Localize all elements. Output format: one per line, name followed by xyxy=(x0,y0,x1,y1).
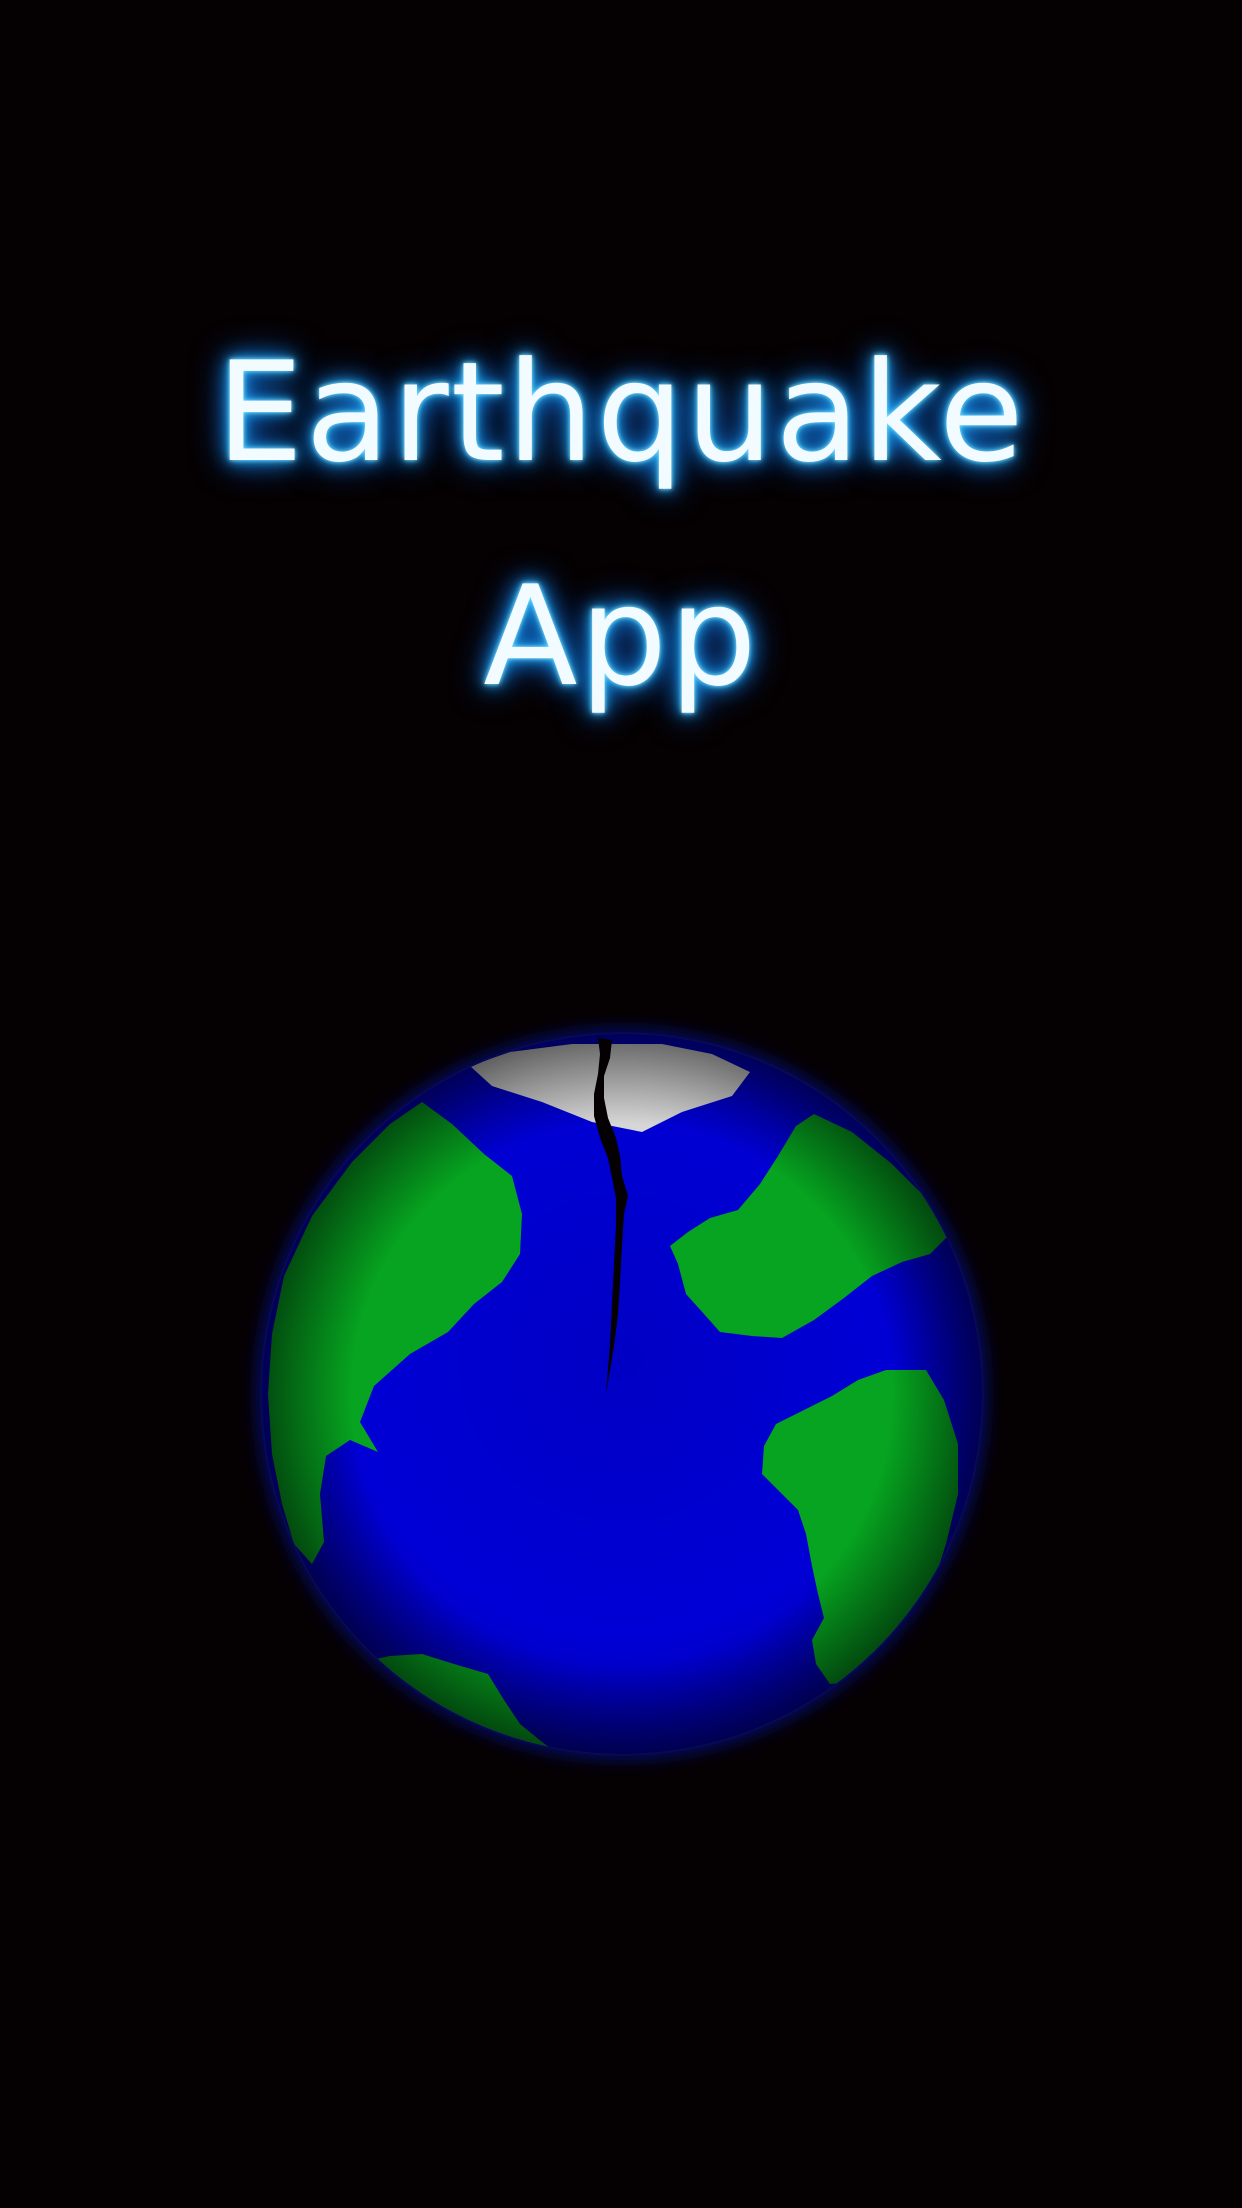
app-title-line-1: Earthquake xyxy=(216,332,1026,493)
cracked-earth-globe-icon xyxy=(260,1032,984,1756)
splash-screen: Earthquake App xyxy=(0,0,1242,2208)
app-title-line-2: App xyxy=(483,556,759,717)
